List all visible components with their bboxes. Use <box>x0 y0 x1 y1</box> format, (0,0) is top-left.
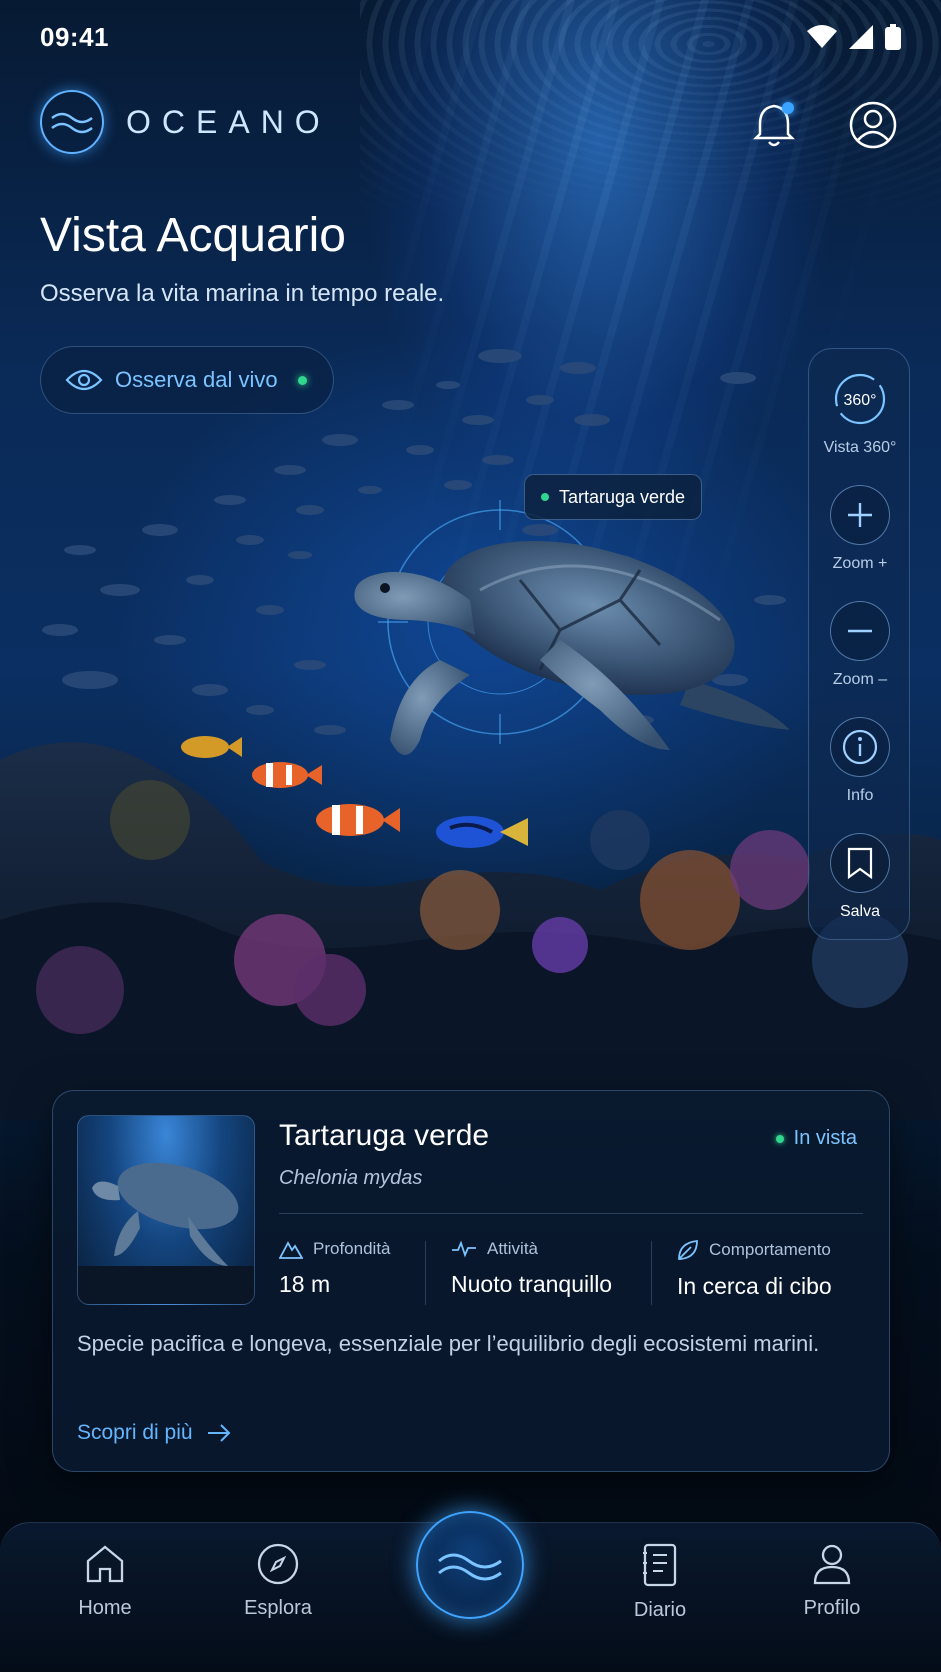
species-scientific-name: Chelonia mydas <box>279 1167 423 1189</box>
status-dot <box>775 1134 784 1143</box>
species-thumbnail[interactable] <box>77 1115 255 1305</box>
arrow-right-icon <box>207 1424 230 1442</box>
bottom-navigation: Home Esplora Diario Profilo <box>0 1511 941 1672</box>
nav-center-button[interactable] <box>416 1511 524 1619</box>
stat-activity-value: Nuoto tranquillo <box>451 1271 613 1297</box>
zoom-in-button[interactable]: Zoom + <box>809 485 911 573</box>
plus-icon <box>848 503 872 527</box>
nav-journal-label: Diario <box>633 1599 687 1621</box>
leaf-icon <box>678 1239 698 1260</box>
page-subtitle: Osserva la vita marina in tempo reale. <box>40 280 445 307</box>
zoom-in-label: Zoom + <box>832 555 888 572</box>
save-button[interactable]: Salva <box>809 833 911 921</box>
wave-logo-icon <box>438 1553 502 1581</box>
stat-behavior-label: Comportamento <box>709 1240 831 1259</box>
card-divider <box>279 1213 863 1214</box>
battery-icon <box>885 24 901 50</box>
stat-activity-label: Attività <box>487 1239 539 1258</box>
home-icon <box>86 1545 124 1583</box>
nav-home-label: Home <box>78 1597 132 1619</box>
rotate-360-icon: 360° <box>834 373 886 425</box>
stat-behavior: Comportamento In cerca di cibo <box>677 1239 832 1300</box>
info-icon <box>842 729 878 765</box>
view-controls-panel: 360° Vista 360° Zoom + Zoom – Info Salva <box>808 348 910 940</box>
info-label: Info <box>846 787 874 804</box>
stat-separator <box>425 1241 426 1305</box>
wave-logo-icon <box>51 112 93 134</box>
profile-button[interactable] <box>848 100 898 150</box>
stat-activity: Attività Nuoto tranquillo <box>451 1239 612 1298</box>
wifi-icon <box>807 25 837 48</box>
zoom-out-button[interactable]: Zoom – <box>809 601 911 689</box>
stat-separator <box>651 1241 652 1305</box>
vista-360-button[interactable]: 360° Vista 360° <box>809 369 911 457</box>
svg-text:360°: 360° <box>843 392 876 409</box>
species-tag-label: Tartaruga verde <box>559 486 686 507</box>
status-bar: 09:41 <box>0 0 941 76</box>
user-circle-icon <box>849 101 897 149</box>
nav-explore-label: Esplora <box>244 1597 312 1619</box>
eye-icon <box>65 369 103 391</box>
user-icon <box>813 1544 851 1585</box>
clownfish <box>252 762 322 788</box>
species-description: Specie pacifica e longeva, essenziale pe… <box>77 1331 820 1356</box>
tag-dot <box>541 493 549 501</box>
activity-icon <box>452 1240 476 1258</box>
turtle-thumbnail-image <box>78 1162 254 1304</box>
notifications-button[interactable] <box>752 100 796 148</box>
blue-tang-fish <box>436 816 528 848</box>
minus-icon <box>848 629 872 633</box>
save-label: Salva <box>839 903 881 920</box>
species-name: Tartaruga verde <box>279 1119 490 1152</box>
stat-depth-label: Profondità <box>313 1239 391 1258</box>
page-title: Vista Acquario <box>40 209 346 262</box>
vista-360-label: Vista 360° <box>823 439 897 456</box>
stat-depth: Profondità 18 m <box>279 1239 391 1298</box>
coral-reef <box>0 742 941 1120</box>
sea-turtle <box>354 540 790 755</box>
stat-depth-value: 18 m <box>279 1271 331 1297</box>
learn-more-link[interactable]: Scopri di più <box>77 1421 231 1445</box>
zoom-out-label: Zoom – <box>832 671 888 688</box>
status-badge: In vista <box>775 1127 857 1150</box>
bookmark-icon <box>847 847 873 879</box>
aquarium-background: 09:41 OCEANO Vista Acquario Osserva la v… <box>0 0 941 1672</box>
signal-icon <box>849 25 873 49</box>
live-view-label: Osserva dal vivo <box>115 367 278 392</box>
notification-dot <box>782 102 794 114</box>
species-info-card: Tartaruga verde Chelonia mydas In vista … <box>52 1090 890 1472</box>
app-logo[interactable] <box>40 90 104 154</box>
learn-more-label: Scopri di più <box>77 1421 193 1444</box>
live-indicator-dot <box>297 375 307 385</box>
aquarium-scene <box>0 349 941 1120</box>
nav-home[interactable]: Home <box>40 1543 170 1620</box>
notebook-icon <box>643 1543 677 1587</box>
species-tag[interactable]: Tartaruga verde <box>524 474 703 520</box>
nav-profile-label: Profilo <box>803 1597 861 1619</box>
status-badge-label: In vista <box>793 1127 857 1149</box>
nav-profile[interactable]: Profilo <box>767 1543 897 1620</box>
nav-explore[interactable]: Esplora <box>213 1543 343 1620</box>
live-view-button[interactable]: Osserva dal vivo <box>40 346 334 414</box>
stat-behavior-value: In cerca di cibo <box>677 1273 832 1299</box>
nav-journal[interactable]: Diario <box>595 1543 725 1622</box>
compass-icon <box>257 1543 299 1585</box>
status-time: 09:41 <box>40 22 109 52</box>
mountain-icon <box>279 1241 303 1259</box>
brand-name: OCEANO <box>126 104 331 140</box>
info-button[interactable]: Info <box>809 717 911 805</box>
clownfish <box>316 804 400 836</box>
